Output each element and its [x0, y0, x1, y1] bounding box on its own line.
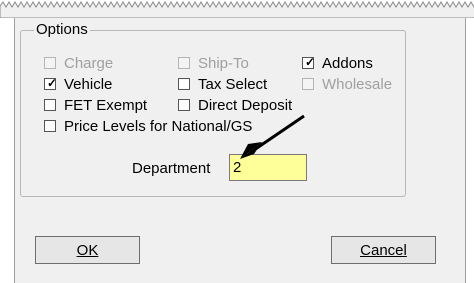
- charge-label: Charge: [64, 54, 114, 72]
- checkbox-box[interactable]: ✓: [44, 76, 58, 90]
- fet-exempt-checkbox[interactable]: FET Exempt: [44, 96, 147, 114]
- cancel-button-label: Cancel: [360, 241, 407, 259]
- checkbox-box: [44, 57, 56, 69]
- checkbox-box[interactable]: [44, 99, 56, 111]
- ship-to-checkbox: Ship-To: [178, 54, 249, 72]
- ok-button[interactable]: OK: [35, 236, 140, 264]
- vehicle-label: Vehicle: [64, 75, 113, 93]
- department-label: Department: [132, 160, 211, 177]
- checkbox-box[interactable]: ✓: [302, 55, 316, 69]
- ship-to-label: Ship-To: [198, 54, 249, 72]
- wholesale-label: Wholesale: [322, 75, 393, 93]
- checkbox-box[interactable]: [44, 120, 56, 132]
- charge-checkbox: Charge: [44, 54, 113, 72]
- tax-select-checkbox[interactable]: Tax Select: [178, 75, 267, 93]
- addons-label: Addons: [322, 54, 373, 72]
- cancel-button[interactable]: Cancel: [331, 236, 436, 264]
- torn-edge: [0, 1, 474, 18]
- wholesale-checkbox: Wholesale: [302, 75, 392, 93]
- checkbox-box: [302, 78, 314, 90]
- tax-select-label: Tax Select: [198, 75, 268, 93]
- vehicle-checkbox[interactable]: ✓ Vehicle: [44, 75, 112, 93]
- check-mark-icon: ✓: [305, 55, 316, 69]
- checkbox-box: [178, 57, 190, 69]
- addons-checkbox[interactable]: ✓ Addons: [302, 54, 373, 72]
- price-levels-checkbox[interactable]: Price Levels for National/GS: [44, 117, 252, 135]
- direct-deposit-label: Direct Deposit: [198, 96, 293, 114]
- price-levels-label: Price Levels for National/GS: [64, 117, 253, 135]
- ok-button-label: OK: [76, 241, 99, 259]
- checkbox-box[interactable]: [178, 78, 190, 90]
- checkbox-box[interactable]: [178, 99, 190, 111]
- fet-exempt-label: FET Exempt: [64, 96, 148, 114]
- options-group-title: Options: [34, 21, 90, 38]
- check-mark-icon: ✓: [47, 76, 58, 90]
- callout-arrow-icon: [240, 114, 305, 159]
